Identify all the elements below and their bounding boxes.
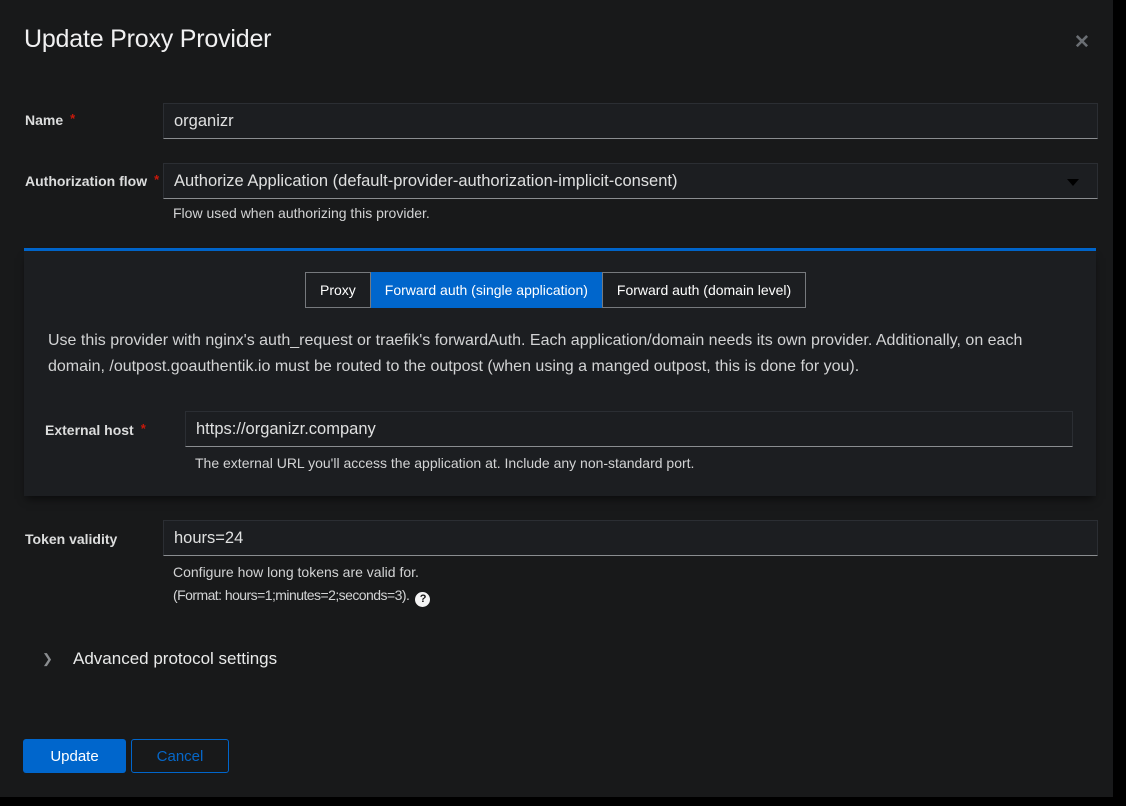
authorization-flow-help: Flow used when authorizing this provider…	[173, 205, 430, 221]
chevron-right-icon[interactable]: ❯	[42, 651, 53, 667]
required-asterisk: *	[154, 172, 159, 187]
required-asterisk: *	[70, 111, 75, 126]
update-button[interactable]: Update	[23, 739, 126, 773]
close-icon[interactable]: ✕	[1070, 30, 1094, 54]
proxy-mode-tabs: Proxy Forward auth (single application) …	[305, 272, 806, 308]
name-input[interactable]	[163, 103, 1098, 139]
mode-description: Use this provider with nginx's auth_requ…	[48, 328, 1022, 380]
tab-forward-auth-single[interactable]: Forward auth (single application)	[371, 272, 602, 308]
token-validity-label: Token validity	[25, 531, 117, 547]
advanced-protocol-settings-toggle[interactable]: Advanced protocol settings	[73, 649, 277, 669]
token-validity-format-help: (Format: hours=1;minutes=2;seconds=3).?	[173, 587, 430, 607]
external-host-help: The external URL you'll access the appli…	[195, 455, 694, 471]
cancel-button[interactable]: Cancel	[131, 739, 229, 773]
update-proxy-provider-modal: Update Proxy Provider ✕ Name* Authorizat…	[0, 0, 1113, 797]
name-label: Name*	[25, 112, 75, 129]
proxy-mode-panel: Proxy Forward auth (single application) …	[24, 251, 1096, 496]
tab-proxy[interactable]: Proxy	[305, 272, 371, 308]
external-host-label: External host*	[45, 422, 146, 439]
token-validity-help: Configure how long tokens are valid for.	[173, 564, 419, 580]
tab-forward-auth-domain[interactable]: Forward auth (domain level)	[602, 272, 806, 308]
authorization-flow-label: Authorization flow*	[25, 173, 159, 190]
question-circle-icon[interactable]: ?	[415, 592, 430, 607]
external-host-input[interactable]	[185, 411, 1073, 447]
modal-title: Update Proxy Provider	[24, 25, 271, 54]
token-validity-input[interactable]	[163, 520, 1098, 556]
required-asterisk: *	[141, 421, 146, 436]
authorization-flow-select[interactable]: Authorize Application (default-provider-…	[163, 163, 1098, 199]
dropdown-caret-icon	[1067, 179, 1079, 186]
